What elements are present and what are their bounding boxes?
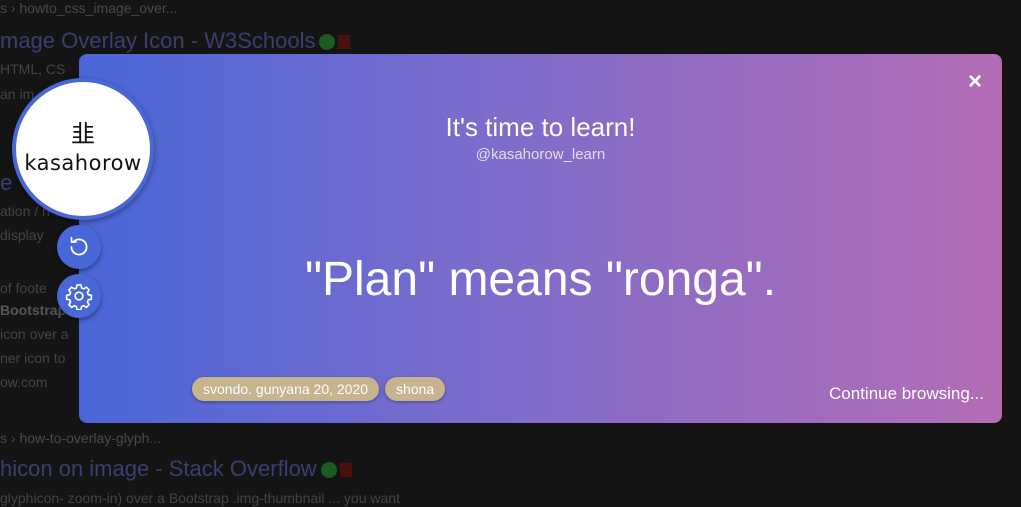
word-of-the-day: "Plan" means "ronga". xyxy=(304,253,777,306)
result-title-text[interactable]: mage Overlay Icon - W3Schools xyxy=(0,28,315,53)
result-snippet: Bootstrap xyxy=(0,302,67,318)
result-snippet: of foote xyxy=(0,280,47,296)
language-tag[interactable]: shona xyxy=(385,377,446,401)
result-snippet: ner icon to xyxy=(0,350,66,366)
result-breadcrumb[interactable]: s › how-to-overlay-glyph... xyxy=(0,430,161,446)
logo-wordmark: kasahorow xyxy=(24,151,142,175)
result-snippet: icon over a xyxy=(0,326,69,342)
settings-button[interactable] xyxy=(57,274,101,318)
overlay-handle: @kasahorow_learn xyxy=(475,146,606,163)
tag-list: svondo. gunyana 20, 2020 shona xyxy=(192,377,446,401)
shield-icon xyxy=(319,34,336,51)
result-snippet: glyphicon- zoom-in) over a Bootstrap .im… xyxy=(0,490,400,506)
date-tag[interactable]: svondo. gunyana 20, 2020 xyxy=(192,377,380,401)
shield-icon xyxy=(320,462,337,479)
refresh-button[interactable] xyxy=(57,225,101,269)
result-breadcrumb[interactable]: s › howto_css_image_over... xyxy=(0,0,177,16)
learning-overlay-card: × It's time to learn! @kasahorow_learn "… xyxy=(79,54,1002,423)
result-snippet: HTML, CS xyxy=(0,61,66,77)
result-snippet: display xyxy=(0,227,44,243)
mcafee-badge xyxy=(338,35,352,50)
continue-browsing-link[interactable]: Continue browsing... xyxy=(829,384,984,404)
result-title[interactable]: mage Overlay Icon - W3Schools xyxy=(0,28,352,54)
result-snippet: ow.com xyxy=(0,374,48,390)
result-title[interactable]: e xyxy=(0,170,12,196)
refresh-icon xyxy=(70,236,88,256)
close-icon[interactable]: × xyxy=(968,70,982,94)
kasahorow-logo[interactable]: ⾲ kasahorow xyxy=(12,78,154,220)
mcafee-badge xyxy=(339,463,354,478)
overlay-headline: It's time to learn! xyxy=(445,112,636,142)
result-title-text[interactable]: hicon on image - Stack Overflow xyxy=(0,456,317,481)
result-snippet: an im xyxy=(0,86,35,102)
gear-icon xyxy=(65,284,93,310)
logo-glyph: ⾲ xyxy=(71,121,95,148)
result-title[interactable]: hicon on image - Stack Overflow xyxy=(0,456,354,482)
